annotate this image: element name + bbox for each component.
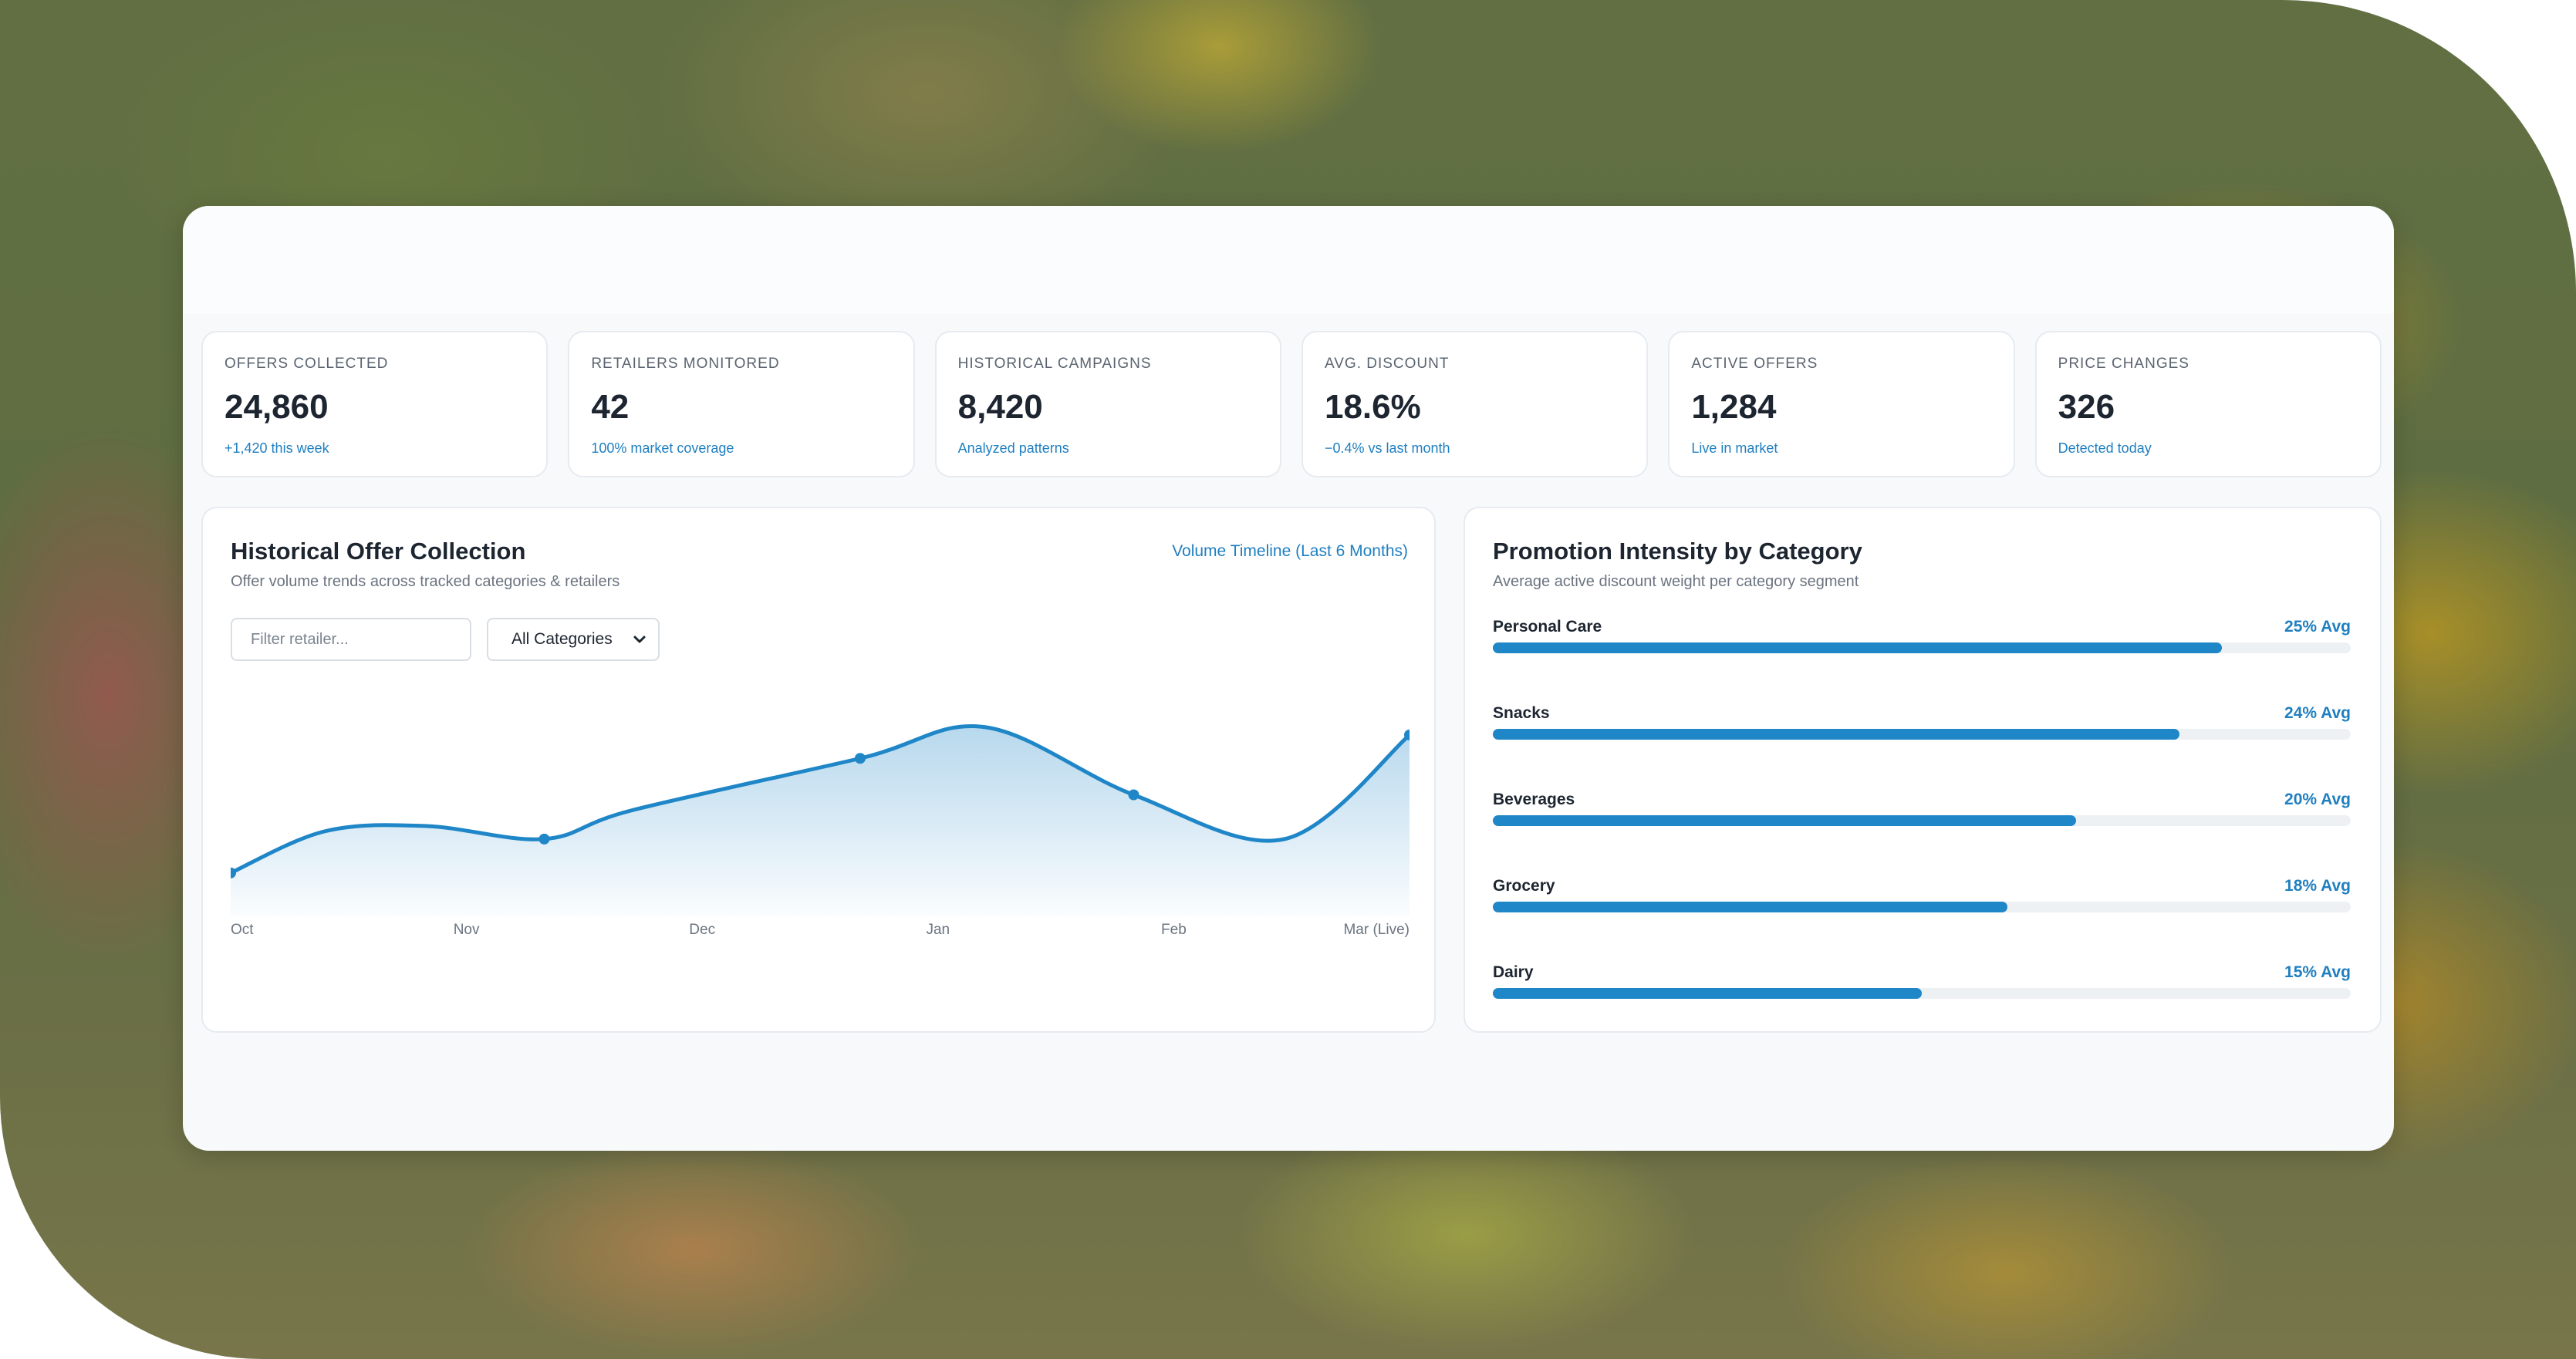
kpi-card-active-offers: ACTIVE OFFERS 1,284 Live in market xyxy=(1668,331,2015,477)
historical-offer-card: Historical Offer Collection Offer volume… xyxy=(201,507,1436,1033)
category-name: Personal Care xyxy=(1493,618,1602,636)
category-select[interactable]: All Categories xyxy=(487,618,660,661)
kpi-label: AVG. DISCOUNT xyxy=(1324,356,1450,372)
kpi-subtext: Live in market xyxy=(1691,440,1778,456)
kpi-card-offers-collected: OFFERS COLLECTED 24,860 +1,420 this week xyxy=(201,331,549,477)
kpi-subtext: Analyzed patterns xyxy=(957,440,1069,456)
card-subtitle: Average active discount weight per categ… xyxy=(1493,573,1859,590)
category-name: Grocery xyxy=(1493,877,1555,895)
bar-fill xyxy=(1493,815,2077,826)
kpi-label: PRICE CHANGES xyxy=(2058,356,2189,372)
x-tick-label: Nov xyxy=(453,922,480,938)
x-tick-label: Jan xyxy=(926,922,950,938)
kpi-subtext: −0.4% vs last month xyxy=(1324,440,1450,456)
x-tick-label: Feb xyxy=(1161,922,1187,938)
kpi-subtext: Detected today xyxy=(2058,440,2152,456)
kpi-value: 24,860 xyxy=(225,388,329,426)
x-tick-label: Oct xyxy=(231,922,254,938)
bar-track xyxy=(1493,988,2351,999)
kpi-subtext: 100% market coverage xyxy=(591,440,734,456)
offer-volume-chart xyxy=(231,724,1410,917)
kpi-value: 1,284 xyxy=(1691,388,1777,426)
dashboard-panel: OFFERS COLLECTED 24,860 +1,420 this week… xyxy=(183,206,2394,1151)
kpi-card-historical-campaigns: HISTORICAL CAMPAIGNS 8,420 Analyzed patt… xyxy=(934,331,1281,477)
data-point[interactable] xyxy=(538,833,550,845)
x-tick-label: Mar (Live) xyxy=(1343,922,1410,938)
data-point[interactable] xyxy=(1128,789,1139,801)
bar-track xyxy=(1493,729,2351,740)
category-name: Beverages xyxy=(1493,791,1575,808)
kpi-label: HISTORICAL CAMPAIGNS xyxy=(957,356,1152,372)
card-subtitle: Offer volume trends across tracked categ… xyxy=(231,573,620,590)
category-avg: 18% Avg xyxy=(2284,877,2351,895)
category-select-value: All Categories xyxy=(511,630,613,648)
kpi-value: 8,420 xyxy=(957,388,1043,426)
bar-track xyxy=(1493,902,2351,912)
x-tick-label: Dec xyxy=(689,922,716,938)
x-axis: Oct Nov Dec Jan Feb Mar (Live) xyxy=(231,922,1410,945)
category-bar-list: Personal Care 25% Avg Snacks 24% Avg Bev… xyxy=(1493,618,2351,1050)
category-bar-beverages: Beverages 20% Avg xyxy=(1493,791,2351,877)
promotion-intensity-card: Promotion Intensity by Category Average … xyxy=(1464,507,2382,1033)
category-bar-grocery: Grocery 18% Avg xyxy=(1493,877,2351,963)
category-avg: 20% Avg xyxy=(2284,791,2351,808)
kpi-value: 326 xyxy=(2058,388,2115,426)
kpi-subtext: +1,420 this week xyxy=(225,440,329,456)
panel-header-area xyxy=(183,206,2394,314)
kpi-value: 42 xyxy=(591,388,630,426)
category-name: Dairy xyxy=(1493,963,1534,981)
bar-track xyxy=(1493,642,2351,653)
area-fill xyxy=(231,726,1410,917)
card-title: Historical Offer Collection xyxy=(231,538,526,565)
category-bar-personal-care: Personal Care 25% Avg xyxy=(1493,618,2351,704)
volume-timeline-link[interactable]: Volume Timeline (Last 6 Months) xyxy=(1172,542,1408,561)
category-bar-dairy: Dairy 15% Avg xyxy=(1493,963,2351,1050)
filter-retailer-input[interactable] xyxy=(231,618,471,661)
category-bar-snacks: Snacks 24% Avg xyxy=(1493,704,2351,791)
bar-fill xyxy=(1493,902,2008,912)
kpi-value: 18.6% xyxy=(1324,388,1421,426)
kpi-label: ACTIVE OFFERS xyxy=(1691,356,1818,372)
kpi-card-retailers-monitored: RETAILERS MONITORED 42 100% market cover… xyxy=(568,331,915,477)
kpi-card-avg-discount: AVG. DISCOUNT 18.6% −0.4% vs last month xyxy=(1301,331,1649,477)
kpi-card-price-changes: PRICE CHANGES 326 Detected today xyxy=(2034,331,2382,477)
kpi-label: OFFERS COLLECTED xyxy=(225,356,389,372)
category-name: Snacks xyxy=(1493,704,1550,722)
bar-fill xyxy=(1493,729,2179,740)
bar-fill xyxy=(1493,642,2223,653)
kpi-row: OFFERS COLLECTED 24,860 +1,420 this week… xyxy=(201,331,2382,477)
category-avg: 24% Avg xyxy=(2284,704,2351,722)
card-title: Promotion Intensity by Category xyxy=(1493,538,1862,565)
bar-track xyxy=(1493,815,2351,826)
category-avg: 15% Avg xyxy=(2284,963,2351,981)
data-point[interactable] xyxy=(854,753,866,764)
kpi-label: RETAILERS MONITORED xyxy=(591,356,780,372)
category-avg: 25% Avg xyxy=(2284,618,2351,636)
bar-fill xyxy=(1493,988,1922,999)
chevron-down-icon xyxy=(633,636,646,643)
